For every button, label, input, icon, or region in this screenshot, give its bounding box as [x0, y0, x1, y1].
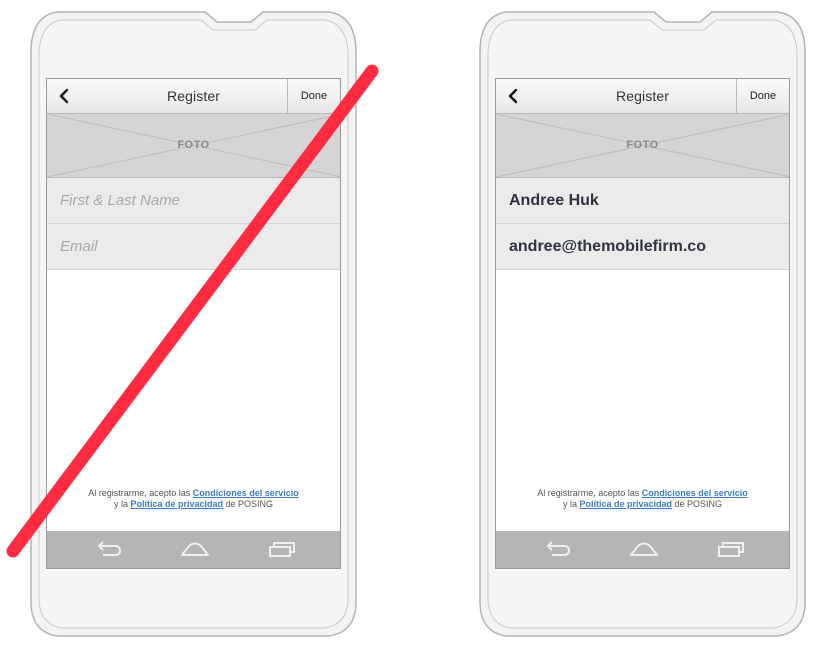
nav-back-button[interactable] [543, 538, 573, 560]
photo-label: FOTO [177, 139, 210, 151]
privacy-link[interactable]: Política de privacidad [130, 499, 223, 509]
phone-mockup-empty: Register Done FOTO Al registrarme, acept… [29, 0, 360, 646]
android-nav-bar [47, 531, 340, 568]
legal-text: Al registrarme, acepto las [88, 488, 191, 498]
recent-apps-icon [269, 542, 295, 557]
top-bar: Register Done [496, 79, 789, 114]
chevron-left-icon [59, 88, 69, 104]
app-screen: Register Done FOTO Al registrarme, acept… [46, 78, 341, 569]
legal-text: de POSING [225, 499, 274, 509]
email-field[interactable]: andree@themobilefirm.co [496, 224, 789, 270]
back-arrow-icon [546, 541, 571, 556]
nav-recent-button[interactable] [267, 538, 297, 560]
name-value: Andree Huk [509, 192, 599, 209]
legal-notice: Al registrarme, acepto las Condiciones d… [47, 488, 340, 510]
nav-home-button[interactable] [180, 538, 210, 560]
photo-placeholder[interactable]: FOTO [47, 114, 340, 178]
photo-label: FOTO [626, 139, 659, 151]
back-button[interactable] [53, 85, 75, 107]
privacy-link[interactable]: Política de privacidad [579, 499, 672, 509]
email-field[interactable] [47, 224, 340, 270]
terms-link[interactable]: Condiciones del servicio [193, 488, 299, 498]
home-icon [630, 542, 658, 556]
nav-recent-button[interactable] [716, 538, 746, 560]
name-field[interactable]: Andree Huk [496, 178, 789, 224]
legal-notice: Al registrarme, acepto las Condiciones d… [496, 488, 789, 510]
legal-text: y la [562, 499, 577, 509]
legal-text: y la [113, 499, 128, 509]
nav-home-button[interactable] [629, 538, 659, 560]
app-screen: Register Done FOTO Andree Huk andree@the… [495, 78, 790, 569]
name-input[interactable] [60, 179, 340, 223]
legal-text: Al registrarme, acepto las [537, 488, 640, 498]
back-arrow-icon [97, 541, 122, 556]
done-button[interactable]: Done [736, 79, 789, 113]
photo-placeholder[interactable]: FOTO [496, 114, 789, 178]
email-input[interactable] [60, 225, 340, 269]
email-value: andree@themobilefirm.co [509, 238, 706, 255]
phone-mockup-filled: Register Done FOTO Andree Huk andree@the… [478, 0, 809, 646]
terms-link[interactable]: Condiciones del servicio [642, 488, 748, 498]
android-nav-bar [496, 531, 789, 568]
back-button[interactable] [502, 85, 524, 107]
home-icon [181, 542, 209, 556]
chevron-left-icon [508, 88, 518, 104]
nav-back-button[interactable] [94, 538, 124, 560]
top-bar: Register Done [47, 79, 340, 114]
legal-text: de POSING [674, 499, 723, 509]
done-button[interactable]: Done [287, 79, 340, 113]
name-field[interactable] [47, 178, 340, 224]
recent-apps-icon [718, 542, 744, 557]
